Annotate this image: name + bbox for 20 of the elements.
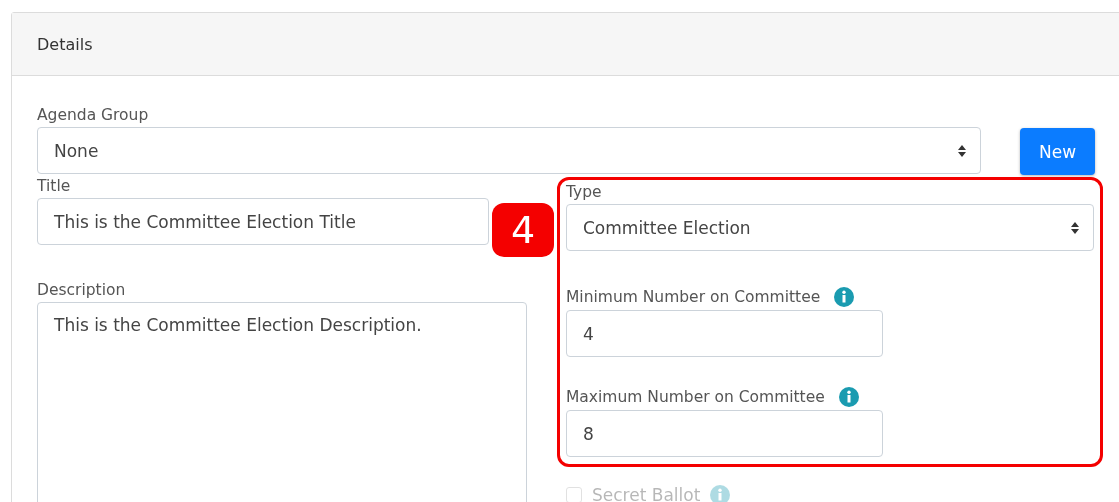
callout-badge: 4 <box>492 203 554 257</box>
maximum-field[interactable]: 8 <box>566 410 883 457</box>
type-select[interactable]: Committee Election <box>566 204 1094 251</box>
field-label: Minimum Number on Committee <box>566 288 821 306</box>
minimum-field[interactable]: 4 <box>566 310 883 357</box>
field-label: Description <box>37 281 127 299</box>
field-label: Title <box>37 177 72 195</box>
description-field[interactable]: This is the Committee Election Description. <box>37 302 527 502</box>
title-field[interactable]: This is the Committee Election Title <box>37 198 489 245</box>
checkbox-label: Secret Ballot <box>592 485 701 502</box>
info-icon[interactable] <box>838 387 859 407</box>
card-title: Details <box>37 34 93 54</box>
field-label: Maximum Number on Committee <box>566 388 825 406</box>
field-label: Agenda Group <box>37 106 150 124</box>
select-caret-icon <box>958 144 966 157</box>
select-caret-icon <box>1071 221 1079 234</box>
new-button[interactable]: New <box>1020 128 1095 175</box>
field-label: Type <box>566 183 603 201</box>
agenda-group-select[interactable]: None <box>37 127 981 174</box>
info-icon[interactable] <box>834 287 855 307</box>
